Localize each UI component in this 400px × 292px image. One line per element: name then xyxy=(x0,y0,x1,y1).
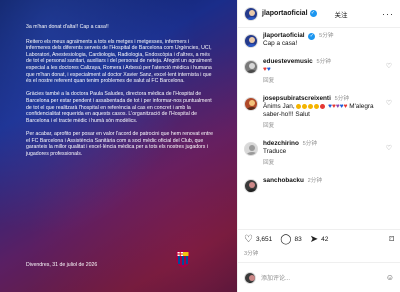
post-paragraph: Gràcies també a la doctora Paula Saludes… xyxy=(26,91,212,124)
avatar[interactable] xyxy=(244,142,258,156)
comment-username[interactable]: hdezchirino xyxy=(263,140,299,147)
comments-panel: jlaportaoficial ✓ 关注 ··· jlaportaoficial… xyxy=(237,0,400,292)
like-comment-icon[interactable]: ♡ xyxy=(386,99,392,107)
bookmark-icon[interactable]: ⌑ xyxy=(389,234,394,245)
comment-time: 2分钟 xyxy=(307,178,322,184)
avatar[interactable] xyxy=(244,179,258,193)
post-header: jlaportaoficial ✓ 关注 ··· xyxy=(238,0,400,28)
post-paragraph: Reitero els meus agraïments a tots els m… xyxy=(26,38,212,85)
verified-badge-icon: ✓ xyxy=(309,10,317,17)
share-count: 42 xyxy=(321,236,329,243)
follow-button[interactable]: 关注 xyxy=(335,9,348,19)
instagram-post-view: 3a m'han donat d'alta!! Cap a casa!! Rei… xyxy=(0,0,400,292)
list-item: josepsubiratscreixenti 5分钟 Ànims Jan, ♥♥… xyxy=(244,95,394,130)
like-comment-icon[interactable]: ♡ xyxy=(386,62,392,70)
reply-link[interactable]: 回复 xyxy=(263,159,389,167)
comment-time: 5分钟 xyxy=(302,141,317,147)
heart-icon: ♡ xyxy=(244,234,253,245)
comment-time: 5分钟 xyxy=(319,33,334,39)
comment-icon: ◯ xyxy=(280,234,292,245)
post-actions: ♡ 3,651 ◯ 83 ➤ 42 ⌑ xyxy=(238,229,400,249)
fc-barcelona-crest-icon xyxy=(176,250,190,268)
caption: jlaportaoficial ✓ 5分钟 Cap a casa! xyxy=(244,32,394,48)
comment-button[interactable]: ◯ 83 xyxy=(280,234,301,245)
comment-emoji-hearts: ♥♥ xyxy=(263,66,271,73)
list-item: sanchobacku 2分钟 xyxy=(244,177,394,193)
comment-time: 5分钟 xyxy=(334,96,349,102)
comment-text: Cap a casa! xyxy=(263,40,298,47)
like-button[interactable]: ♡ 3,651 xyxy=(244,234,272,245)
share-button[interactable]: ➤ 42 xyxy=(310,234,329,245)
author-avatar[interactable] xyxy=(244,6,258,21)
comment-text: Ànims Jan, ♥♥♥♥♥ M'alegra saber-ho!!! Sa… xyxy=(263,103,374,118)
comments-list[interactable]: jlaportaoficial ✓ 5分钟 Cap a casa! eduest… xyxy=(238,28,400,229)
list-item: hdezchirino 5分钟 Traduce 回复 ♡ xyxy=(244,140,394,167)
avatar[interactable] xyxy=(244,60,258,74)
author-username[interactable]: jlaportaoficial xyxy=(262,10,308,17)
post-timestamp: 3分钟 xyxy=(244,251,259,257)
reply-link[interactable]: 回复 xyxy=(263,122,389,130)
avatar xyxy=(244,271,256,284)
add-comment-bar: 添加评论... ☺ xyxy=(238,262,400,292)
list-item: eduestevemusic 5分钟 ♥♥ 回复 ♡ xyxy=(244,58,394,85)
comment-username[interactable]: josepsubiratscreixenti xyxy=(263,95,331,102)
comment-username[interactable]: eduestevemusic xyxy=(263,58,313,65)
post-paragraph: Per acabar, aprofito per posar en valor … xyxy=(26,130,213,157)
send-icon: ➤ xyxy=(309,234,319,245)
post-greeting: 3a m'han donat d'alta!! Cap a casa!! xyxy=(26,24,109,30)
comment-count: 83 xyxy=(294,236,302,243)
post-date: Divendres, 31 de juliol de 2026 xyxy=(26,262,98,268)
comment-input[interactable]: 添加评论... xyxy=(261,273,386,282)
verified-badge-icon: ✓ xyxy=(308,33,316,40)
avatar[interactable] xyxy=(244,97,258,111)
avatar[interactable] xyxy=(244,34,258,48)
like-count: 3,651 xyxy=(255,236,273,243)
comment-username[interactable]: sanchobacku xyxy=(263,177,304,184)
post-text: 3a m'han donat d'alta!! Cap a casa!! Rei… xyxy=(26,24,214,164)
more-options-icon[interactable]: ··· xyxy=(382,9,394,19)
reply-link[interactable]: 回复 xyxy=(263,77,389,85)
comment-username[interactable]: jlaportaoficial xyxy=(263,32,305,39)
comment-text: Traduce xyxy=(263,148,287,155)
post-image: 3a m'han donat d'alta!! Cap a casa!! Rei… xyxy=(0,0,237,292)
emoji-icon[interactable]: ☺ xyxy=(386,273,394,282)
comment-time: 5分钟 xyxy=(316,59,331,65)
like-comment-icon[interactable]: ♡ xyxy=(386,144,392,152)
